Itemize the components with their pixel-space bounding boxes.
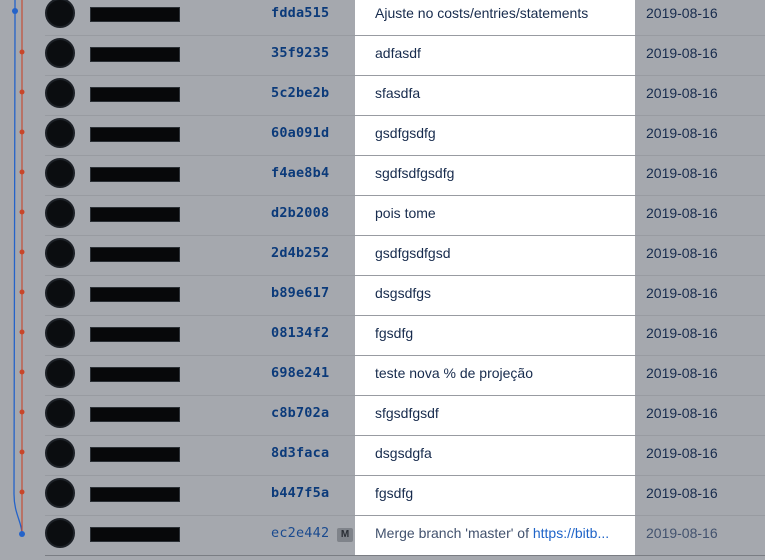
author-avatar[interactable] [45, 38, 75, 68]
commit-date: 2019-08-16 [646, 245, 718, 261]
commit-message: sfasdfa [355, 76, 635, 116]
author-name-redacted [90, 327, 180, 342]
merge-message-link[interactable]: https://bitb... [533, 525, 609, 541]
commit-message: Merge branch 'master' of https://bitb... [355, 516, 635, 556]
commit-date: 2019-08-16 [646, 445, 718, 461]
commit-message: dsgsdgfa [355, 436, 635, 476]
commit-date: 2019-08-16 [646, 165, 718, 181]
commit-hash-link[interactable]: 698e241 [271, 365, 329, 381]
commit-row[interactable]: 60a091d gsdfgsdfg 2019-08-16 [0, 116, 765, 156]
commit-hash-link[interactable]: c8b702a [271, 405, 329, 421]
author-name-redacted [90, 167, 180, 182]
commit-hash-link[interactable]: b447f5a [271, 485, 329, 501]
commit-row[interactable]: fdda515 Ajuste no costs/entries/statement… [0, 0, 765, 36]
commit-row[interactable]: 08134f2 fgsdfg 2019-08-16 [0, 316, 765, 356]
commit-message: fgsdfg [355, 476, 635, 516]
commit-message: sgdfsdfgsdfg [355, 156, 635, 196]
commit-date: 2019-08-16 [646, 525, 718, 541]
author-avatar[interactable] [45, 238, 75, 268]
commit-row[interactable]: b447f5a fgsdfg 2019-08-16 [0, 476, 765, 516]
commit-hash-link[interactable]: d2b2008 [271, 205, 329, 221]
commit-row-merge[interactable]: ec2e442 M Merge branch 'master' of https:/… [0, 516, 765, 556]
commit-message: teste nova % de projeção [355, 356, 635, 396]
commit-row[interactable]: 5c2be2b sfasdfa 2019-08-16 [0, 76, 765, 116]
commit-date: 2019-08-16 [646, 285, 718, 301]
commit-hash-link[interactable]: 5c2be2b [271, 85, 329, 101]
author-name-redacted [90, 527, 180, 542]
commit-hash-link[interactable]: 08134f2 [271, 325, 329, 341]
commit-hash-link[interactable]: fdda515 [271, 5, 329, 21]
author-name-redacted [90, 127, 180, 142]
commit-row[interactable]: f4ae8b4 sgdfsdfgsdfg 2019-08-16 [0, 156, 765, 196]
author-avatar[interactable] [45, 0, 75, 28]
commit-message: gsdfgsdfgsd [355, 236, 635, 276]
commit-hash-link[interactable]: b89e617 [271, 285, 329, 301]
row-divider [45, 555, 765, 556]
commit-message: dsgsdfgs [355, 276, 635, 316]
author-avatar[interactable] [45, 198, 75, 228]
commit-message: pois tome [355, 196, 635, 236]
author-name-redacted [90, 447, 180, 462]
commit-hash-link[interactable]: 8d3faca [271, 445, 329, 461]
author-avatar[interactable] [45, 478, 75, 508]
commit-message: sfgsdfgsdf [355, 396, 635, 436]
author-name-redacted [90, 7, 180, 22]
author-name-redacted [90, 287, 180, 302]
commit-hash-link[interactable]: ec2e442 [271, 525, 329, 541]
commit-date: 2019-08-16 [646, 85, 718, 101]
commit-row[interactable]: b89e617 dsgsdfgs 2019-08-16 [0, 276, 765, 316]
author-name-redacted [90, 407, 180, 422]
commit-date: 2019-08-16 [646, 45, 718, 61]
commit-row[interactable]: 35f9235 adfasdf 2019-08-16 [0, 36, 765, 76]
author-avatar[interactable] [45, 358, 75, 388]
author-avatar[interactable] [45, 518, 75, 548]
commit-date: 2019-08-16 [646, 485, 718, 501]
author-avatar[interactable] [45, 118, 75, 148]
commit-row[interactable]: 8d3faca dsgsdgfa 2019-08-16 [0, 436, 765, 476]
merge-message-text: Merge branch 'master' of [375, 525, 533, 541]
commit-row[interactable]: 2d4b252 gsdfgsdfgsd 2019-08-16 [0, 236, 765, 276]
commit-date: 2019-08-16 [646, 5, 718, 21]
author-name-redacted [90, 47, 180, 62]
author-avatar[interactable] [45, 158, 75, 188]
commit-message: gsdfgsdfg [355, 116, 635, 156]
author-name-redacted [90, 367, 180, 382]
commit-hash-link[interactable]: f4ae8b4 [271, 165, 329, 181]
author-name-redacted [90, 247, 180, 262]
author-name-redacted [90, 487, 180, 502]
commit-date: 2019-08-16 [646, 405, 718, 421]
author-avatar[interactable] [45, 78, 75, 108]
commit-hash-link[interactable]: 35f9235 [271, 45, 329, 61]
commit-row[interactable]: 698e241 teste nova % de projeção 2019-08-1… [0, 356, 765, 396]
commit-message: Ajuste no costs/entries/statements [355, 0, 635, 36]
commit-date: 2019-08-16 [646, 125, 718, 141]
author-avatar[interactable] [45, 438, 75, 468]
author-avatar[interactable] [45, 318, 75, 348]
commit-message: fgsdfg [355, 316, 635, 356]
commit-hash-link[interactable]: 60a091d [271, 125, 329, 141]
commit-date: 2019-08-16 [646, 325, 718, 341]
commit-message: adfasdf [355, 36, 635, 76]
author-avatar[interactable] [45, 398, 75, 428]
author-name-redacted [90, 207, 180, 222]
commit-row[interactable]: c8b702a sfgsdfgsdf 2019-08-16 [0, 396, 765, 436]
merge-badge: M [337, 528, 353, 542]
commit-date: 2019-08-16 [646, 365, 718, 381]
author-name-redacted [90, 87, 180, 102]
commit-date: 2019-08-16 [646, 205, 718, 221]
author-avatar[interactable] [45, 278, 75, 308]
commit-row[interactable]: d2b2008 pois tome 2019-08-16 [0, 196, 765, 236]
commit-hash-link[interactable]: 2d4b252 [271, 245, 329, 261]
commit-list: fdda515 Ajuste no costs/entries/statement… [0, 0, 765, 560]
